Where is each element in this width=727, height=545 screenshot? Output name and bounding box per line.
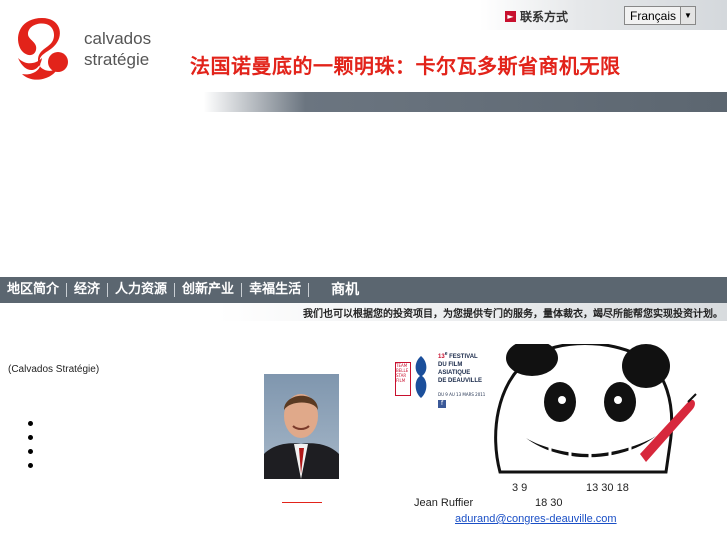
site-header: calvados stratégie ► 联系方式 Français ▼ 法国诺… xyxy=(0,0,727,112)
festival-line-4: DE DEAUVILLE xyxy=(438,378,483,384)
main-nav: 地区简介 经济 人力资源 创新产业 幸福生活 商机 xyxy=(0,277,727,303)
festival-line-1: FESTIVAL xyxy=(449,354,478,360)
nav-item-region[interactable]: 地区简介 xyxy=(0,283,68,297)
bullet-item xyxy=(28,449,33,454)
festival-poster[interactable]: TEAM BELLE STAR FILM 13e FESTIVAL DU FIL… xyxy=(392,344,702,474)
logo-line-2: stratégie xyxy=(84,50,150,69)
festival-line-3: ASIATIQUE xyxy=(438,370,471,376)
nav-item-business[interactable]: 商机 xyxy=(309,283,366,297)
nav-item-quality-of-life[interactable]: 幸福生活 xyxy=(242,283,310,297)
language-select[interactable]: Français ▼ xyxy=(624,6,696,25)
nav-item-innovation[interactable]: 创新产业 xyxy=(175,283,243,297)
nav-item-economy[interactable]: 经济 xyxy=(67,283,109,297)
divider xyxy=(282,502,322,503)
portrait-photo xyxy=(264,374,339,479)
nav-subtitle-bar: 我们也可以根据您的投资项目，为您提供专门的服务，量体裁衣，竭尽所能帮您实现投资计… xyxy=(0,303,727,321)
festival-emblem-icon xyxy=(415,356,427,398)
chevron-down-icon[interactable]: ▼ xyxy=(680,7,695,24)
intro-text: (Calvados Stratégie) xyxy=(8,364,100,375)
event-time: 18 30 xyxy=(535,497,563,509)
calvados-logo-icon[interactable] xyxy=(12,14,72,86)
festival-dates: DU 9 AU 13 MARS 2011 xyxy=(438,392,486,397)
bullet-item xyxy=(28,435,33,440)
header-stripe xyxy=(0,92,727,112)
festival-number-suffix: e xyxy=(444,351,448,357)
logo-wordmark: calvados stratégie xyxy=(84,28,151,70)
contact-email-link[interactable]: adurand@congres-deauville.com xyxy=(455,513,617,525)
bullet-item xyxy=(28,421,33,426)
festival-title: 13e FESTIVAL DU FILM ASIATIQUE DE DEAUVI… xyxy=(438,350,482,385)
nav-subtitle: 我们也可以根据您的投资项目，为您提供专门的服务，量体裁衣，竭尽所能帮您实现投资计… xyxy=(303,309,723,320)
nav-item-human-resources[interactable]: 人力资源 xyxy=(108,283,176,297)
arrow-right-icon: ► xyxy=(505,11,516,22)
bullet-item xyxy=(28,463,33,468)
language-selected-value: Français xyxy=(630,9,677,23)
logo-line-1: calvados xyxy=(84,29,152,48)
festival-line-2: DU FILM xyxy=(438,362,463,368)
contact-link[interactable]: ► 联系方式 xyxy=(505,8,568,25)
panda-illustration-icon xyxy=(494,344,697,474)
page-tagline: 法国诺曼底的一颗明珠：卡尔瓦多斯省商机无限 xyxy=(190,54,621,78)
contact-label: 联系方式 xyxy=(520,10,569,24)
event-dates-b: 13 30 18 xyxy=(586,482,629,494)
facebook-icon[interactable]: f xyxy=(438,400,446,408)
bullet-list xyxy=(28,421,33,477)
festival-number: 13 xyxy=(438,354,445,360)
event-dates-a: 3 9 xyxy=(512,482,528,494)
person-photo-icon xyxy=(264,394,339,479)
contact-name: Jean Ruffier xyxy=(414,497,474,509)
festival-logo: TEAM BELLE STAR FILM xyxy=(395,362,411,396)
